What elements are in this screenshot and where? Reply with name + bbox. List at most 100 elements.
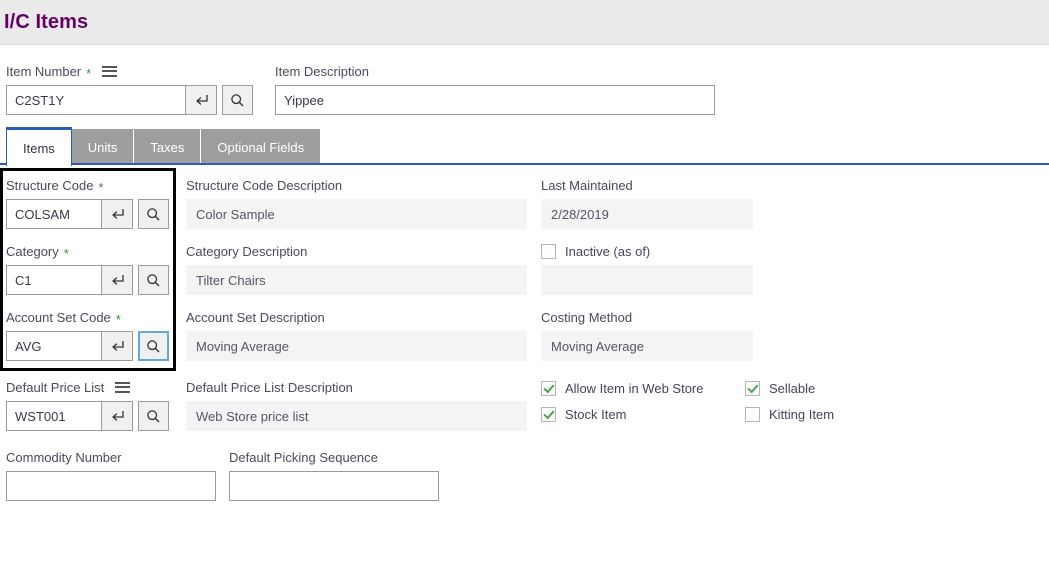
enter-arrow-icon[interactable] xyxy=(186,85,217,115)
commodity-row: Commodity Number Default Picking Sequenc… xyxy=(0,449,1049,501)
search-icon[interactable] xyxy=(138,265,169,295)
structure-code-description-label: Structure Code Description xyxy=(186,177,541,193)
tab-items[interactable]: Items xyxy=(6,127,72,166)
enter-arrow-icon[interactable] xyxy=(102,401,133,431)
item-number-label: Item Number xyxy=(6,64,81,79)
account-set-code-finder xyxy=(6,331,186,361)
search-icon[interactable] xyxy=(138,199,169,229)
item-number-label-row: Item Number * xyxy=(6,63,275,79)
stock-item-row[interactable]: Stock Item xyxy=(541,407,701,422)
last-maintained-block: Last Maintained 2/28/2019 xyxy=(541,177,841,229)
default-price-list-finder xyxy=(6,401,186,431)
stock-item-checkbox[interactable] xyxy=(541,407,556,422)
checkbox-row-1: Allow Item in Web Store Sellable xyxy=(541,381,841,396)
account-set-description-label: Account Set Description xyxy=(186,309,541,325)
allow-item-in-web-store-checkbox[interactable] xyxy=(541,381,556,396)
inactive-label-row: Inactive (as of) xyxy=(541,243,841,259)
item-number-finder xyxy=(6,85,275,115)
search-icon[interactable] xyxy=(138,401,169,431)
commodity-number-label: Commodity Number xyxy=(6,449,229,465)
hamburger-icon[interactable] xyxy=(115,382,130,393)
structure-code-label-row: Structure Code * xyxy=(6,177,186,193)
default-price-list-input[interactable] xyxy=(6,401,102,431)
sellable-label: Sellable xyxy=(769,381,815,396)
enter-arrow-icon[interactable] xyxy=(102,331,133,361)
account-set-description-value: Moving Average xyxy=(186,331,527,361)
default-price-list-row: Default Price List Default Price List De… xyxy=(0,379,1049,431)
category-block: Category * xyxy=(0,243,186,295)
structure-code-block: Structure Code * xyxy=(0,177,186,229)
tab-units-label: Units xyxy=(88,140,118,155)
structure-code-label: Structure Code xyxy=(6,178,93,193)
last-maintained-label: Last Maintained xyxy=(541,177,841,193)
required-indicator: * xyxy=(98,181,103,194)
kitting-item-checkbox[interactable] xyxy=(745,407,760,422)
kitting-item-row[interactable]: Kitting Item xyxy=(745,407,834,422)
structure-code-description-value: Color Sample xyxy=(186,199,527,229)
account-set-code-label-row: Account Set Code * xyxy=(6,309,186,325)
allow-item-in-web-store-row[interactable]: Allow Item in Web Store xyxy=(541,381,701,396)
required-indicator: * xyxy=(86,67,91,80)
top-field-bar: Item Number * Item Description xyxy=(0,45,1049,115)
category-description-value: Tilter Chairs xyxy=(186,265,527,295)
hamburger-icon[interactable] xyxy=(102,66,117,77)
category-finder xyxy=(6,265,186,295)
category-row: Category * Category Description Tilter C… xyxy=(0,243,1049,295)
default-picking-sequence-input[interactable] xyxy=(229,471,439,501)
sellable-row[interactable]: Sellable xyxy=(745,381,815,396)
tab-optional-fields[interactable]: Optional Fields xyxy=(201,129,321,165)
account-set-description-block: Account Set Description Moving Average xyxy=(186,309,541,361)
default-price-list-block: Default Price List xyxy=(0,379,186,431)
tab-underline xyxy=(0,163,1049,165)
commodity-number-input[interactable] xyxy=(6,471,216,501)
required-indicator: * xyxy=(116,313,121,326)
structure-code-input[interactable] xyxy=(6,199,102,229)
account-set-code-label: Account Set Code xyxy=(6,310,111,325)
category-label-row: Category * xyxy=(6,243,186,259)
enter-arrow-icon[interactable] xyxy=(102,199,133,229)
account-set-code-row: Account Set Code * Account Set Descripti… xyxy=(0,309,1049,361)
default-price-list-description-value: Web Store price list xyxy=(186,401,527,431)
inactive-checkbox[interactable] xyxy=(541,244,556,259)
page-header: I/C Items xyxy=(0,0,1049,45)
account-set-code-block: Account Set Code * xyxy=(0,309,186,361)
default-price-list-label: Default Price List xyxy=(6,380,104,395)
structure-code-finder xyxy=(6,199,186,229)
allow-item-in-web-store-label: Allow Item in Web Store xyxy=(565,381,703,396)
item-description-input[interactable] xyxy=(275,85,715,115)
page-title: I/C Items xyxy=(4,11,88,34)
costing-method-block: Costing Method Moving Average xyxy=(541,309,841,361)
enter-arrow-icon[interactable] xyxy=(102,265,133,295)
item-description-block: Item Description xyxy=(275,63,715,115)
items-tab-panel: Structure Code * Structure Code Descript… xyxy=(0,165,1049,501)
category-description-label: Category Description xyxy=(186,243,541,259)
account-set-code-input[interactable] xyxy=(6,331,102,361)
inactive-block: Inactive (as of) xyxy=(541,243,841,295)
costing-method-label: Costing Method xyxy=(541,309,841,325)
item-number-input[interactable] xyxy=(6,85,186,115)
default-picking-sequence-label: Default Picking Sequence xyxy=(229,449,529,465)
category-description-block: Category Description Tilter Chairs xyxy=(186,243,541,295)
tab-units[interactable]: Units xyxy=(72,129,135,165)
default-price-list-description-label: Default Price List Description xyxy=(186,379,541,395)
default-price-list-description-block: Default Price List Description Web Store… xyxy=(186,379,541,431)
tab-strip: Items Units Taxes Optional Fields xyxy=(6,129,1049,165)
structure-code-description-block: Structure Code Description Color Sample xyxy=(186,177,541,229)
required-indicator: * xyxy=(64,247,69,260)
kitting-item-label: Kitting Item xyxy=(769,407,834,422)
tab-taxes[interactable]: Taxes xyxy=(134,129,201,165)
inactive-label: Inactive (as of) xyxy=(565,244,650,259)
sellable-checkbox[interactable] xyxy=(745,381,760,396)
item-number-block: Item Number * xyxy=(6,63,275,115)
search-icon[interactable] xyxy=(222,85,253,115)
tab-optional-fields-label: Optional Fields xyxy=(217,140,304,155)
last-maintained-value: 2/28/2019 xyxy=(541,199,753,229)
tab-items-label: Items xyxy=(23,141,55,156)
category-input[interactable] xyxy=(6,265,102,295)
item-options-checkbox-group: Allow Item in Web Store Sellable Stock I… xyxy=(541,379,841,431)
tab-taxes-label: Taxes xyxy=(150,140,184,155)
commodity-number-block: Commodity Number xyxy=(0,449,229,501)
structure-code-row: Structure Code * Structure Code Descript… xyxy=(0,177,1049,229)
search-icon[interactable] xyxy=(138,331,169,361)
default-price-list-label-row: Default Price List xyxy=(6,379,186,395)
